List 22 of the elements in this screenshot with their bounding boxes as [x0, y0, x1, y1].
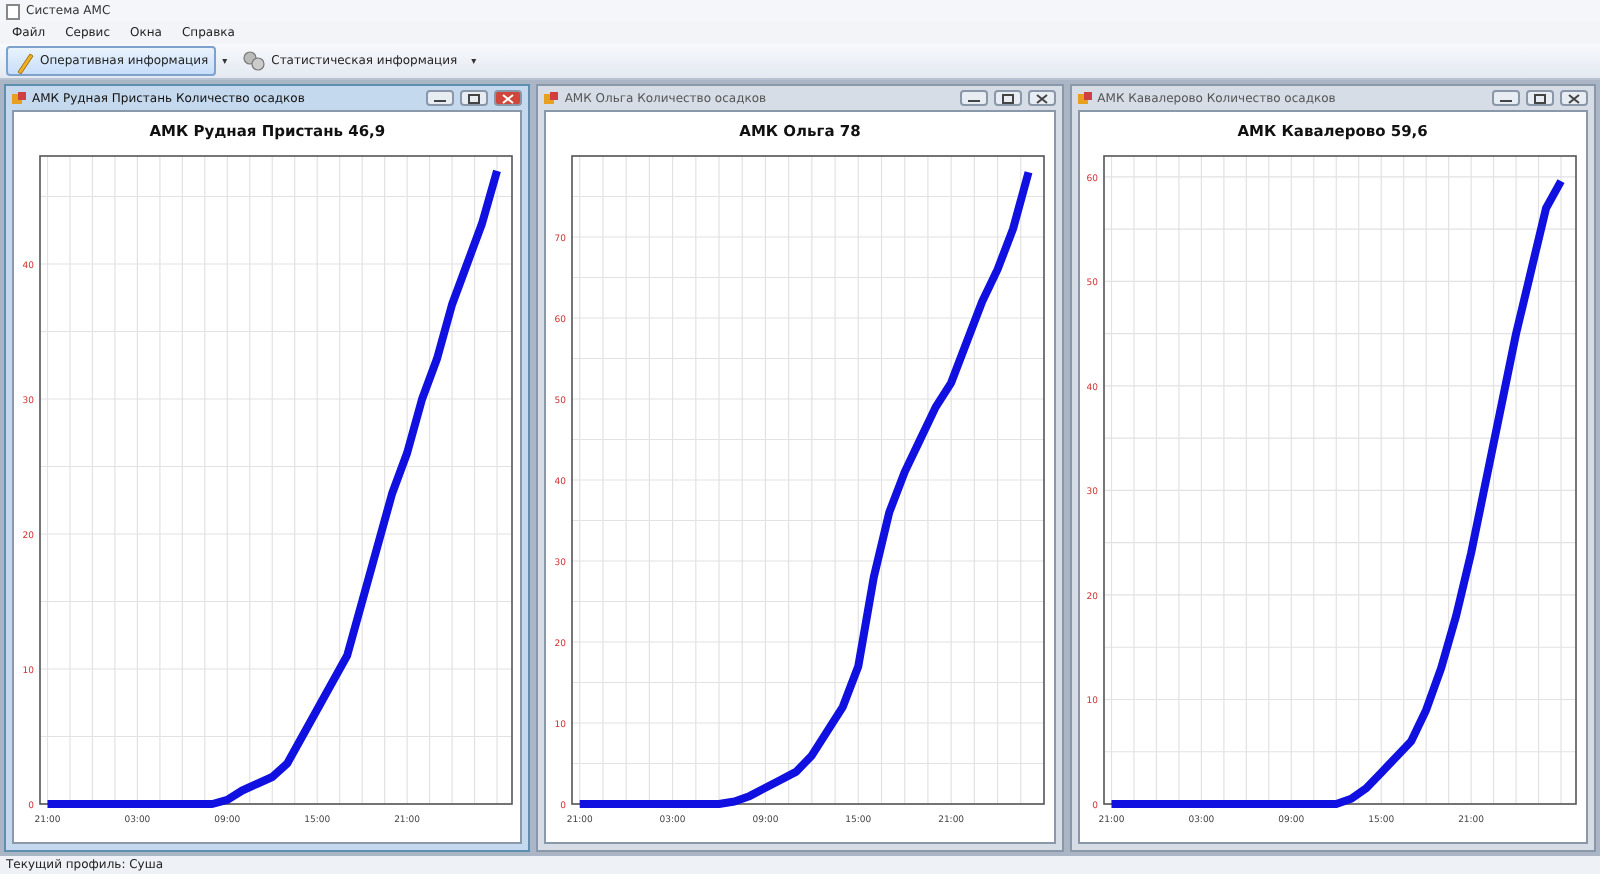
close-icon: [1035, 93, 1048, 103]
maximize-button[interactable]: [1525, 90, 1554, 106]
close-button[interactable]: [494, 90, 523, 106]
maximize-icon: [1533, 93, 1546, 103]
close-icon: [1567, 93, 1580, 103]
minimize-icon: [1499, 95, 1512, 101]
close-icon: [502, 93, 515, 103]
window-icon: [1077, 91, 1092, 105]
minimize-icon: [967, 95, 980, 101]
minimize-icon: [434, 95, 447, 101]
minimize-button[interactable]: [1491, 90, 1520, 106]
close-button[interactable]: [1559, 90, 1588, 106]
window-icon: [12, 91, 26, 105]
window-icon: [544, 91, 559, 105]
maximize-icon: [468, 93, 481, 103]
maximize-icon: [1001, 93, 1014, 103]
minimize-button[interactable]: [426, 90, 455, 106]
pencil-icon: [14, 49, 34, 73]
close-button[interactable]: [1027, 90, 1056, 106]
minimize-button[interactable]: [959, 90, 988, 106]
maximize-button[interactable]: [460, 90, 489, 106]
maximize-button[interactable]: [993, 90, 1022, 106]
